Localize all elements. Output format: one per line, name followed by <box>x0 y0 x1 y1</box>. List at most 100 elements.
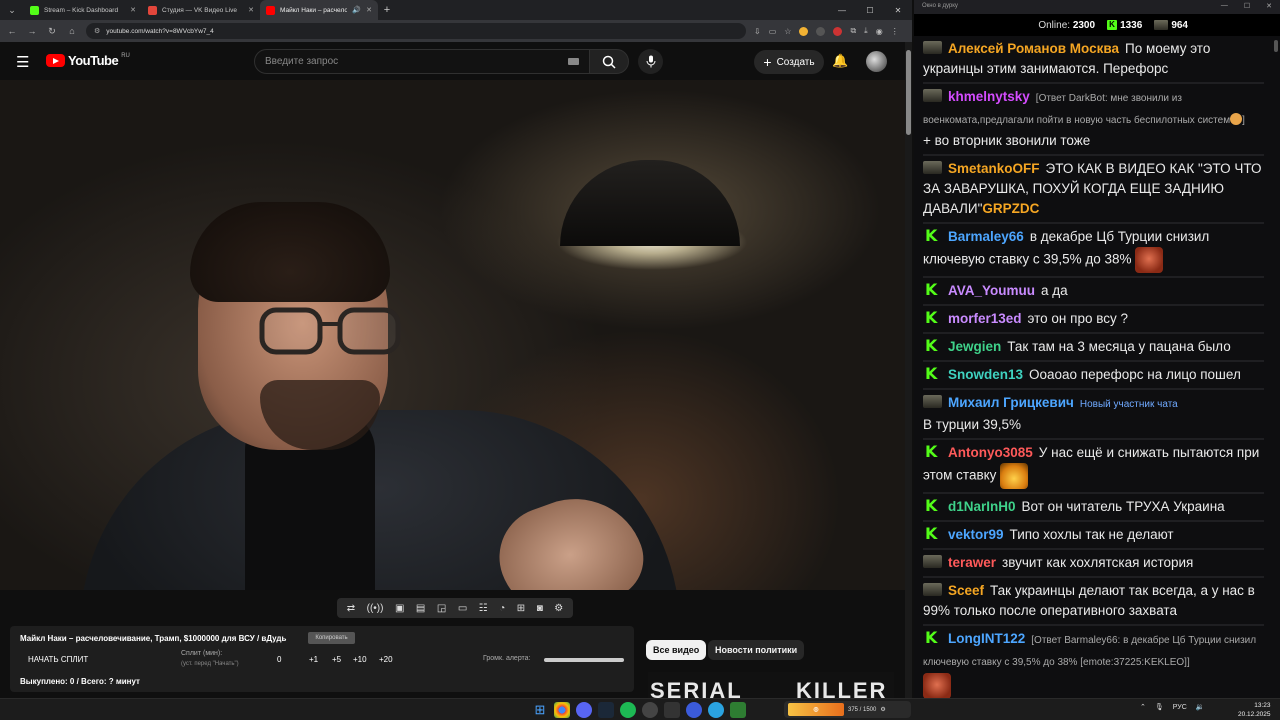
create-button[interactable]: + Создать <box>754 50 824 74</box>
obs-icon[interactable] <box>642 702 658 718</box>
chat-username[interactable]: Jewgien <box>948 339 1001 354</box>
chat-username[interactable]: Barmaley66 <box>948 229 1024 244</box>
close-tab-icon[interactable]: ✕ <box>366 6 372 14</box>
speaker-icon[interactable]: 🔊 <box>352 6 361 14</box>
avatar[interactable] <box>866 51 887 72</box>
chat-username[interactable]: Sceef <box>948 583 984 598</box>
chip-all-videos[interactable]: Все видео <box>646 640 707 660</box>
chat-username[interactable]: AVA_Youmuu <box>948 283 1035 298</box>
tab-kick-dashboard[interactable]: Stream – Kick Dashboard ✕ <box>24 0 142 20</box>
hamburger-menu-icon[interactable]: ☰ <box>16 53 29 71</box>
chat-scrollbar[interactable] <box>1272 36 1280 696</box>
close-tab-icon[interactable]: ✕ <box>130 6 136 14</box>
pip-icon[interactable]: ◲ <box>437 603 446 614</box>
maximize-icon[interactable]: ☐ <box>856 6 884 15</box>
tab-youtube-video[interactable]: Майкл Наки – расчелове... 🔊 ✕ <box>260 0 378 20</box>
loop-icon[interactable]: ⇄ <box>347 603 355 614</box>
puzzle-icon[interactable]: ⧉ <box>850 26 856 36</box>
windows-start-icon[interactable]: ⊞ <box>532 702 548 718</box>
alert-volume-slider[interactable] <box>544 658 624 662</box>
chat-username[interactable]: SmetankoOFF <box>948 161 1040 176</box>
microphone-tray-icon[interactable]: 🎙 <box>1155 703 1164 711</box>
start-split-button[interactable]: НАЧАТЬ СПЛИТ <box>28 655 88 664</box>
screenshot-icon[interactable]: ◙ <box>537 603 543 614</box>
menu-dots-icon[interactable]: ⋮ <box>891 27 899 36</box>
site-info-icon[interactable]: ⚙ <box>94 27 100 35</box>
minimize-icon[interactable]: — <box>828 6 856 15</box>
page-scrollbar[interactable] <box>905 42 912 698</box>
voice-search-button[interactable] <box>638 49 663 74</box>
chat-username[interactable]: khmelnytsky <box>948 89 1030 104</box>
playlist-icon[interactable]: ☷ <box>479 603 488 614</box>
chat-username[interactable]: Snowden13 <box>948 367 1023 382</box>
chat-username[interactable]: Antonyo3085 <box>948 445 1033 460</box>
new-tab-icon[interactable]: + <box>378 4 396 16</box>
chrome-icon[interactable] <box>554 702 570 718</box>
reload-icon[interactable]: ↻ <box>46 26 58 37</box>
chat-window: Окно в дурку — ☐ ✕ Online: 2300 K 1336 96… <box>914 0 1280 698</box>
add-icon[interactable]: ⊞ <box>517 603 525 614</box>
discord-icon[interactable] <box>576 702 592 718</box>
chat-username[interactable]: d1NarInH0 <box>948 499 1016 514</box>
chat-username[interactable]: Алексей Романов Москва <box>948 41 1119 56</box>
search-input[interactable]: Введите запрос <box>254 49 590 74</box>
tray-up-arrow-icon[interactable]: ⌃ <box>1140 703 1146 711</box>
split-plus-20-button[interactable]: +20 <box>379 655 393 664</box>
forward-icon[interactable]: → <box>26 26 38 36</box>
youtube-logo[interactable]: YouTube RU <box>46 53 130 68</box>
app-icon[interactable] <box>730 702 746 718</box>
telegram-icon[interactable] <box>708 702 724 718</box>
view-icon[interactable]: ▣ <box>395 603 404 614</box>
chat-username[interactable]: morfer13ed <box>948 311 1022 326</box>
theater-icon[interactable]: ▭ <box>458 603 467 614</box>
cast-icon[interactable]: ▭ <box>769 27 777 36</box>
clock[interactable]: 13:23 20.12.2025 <box>1238 701 1271 719</box>
broadcast-icon[interactable]: ((•)) <box>367 603 384 614</box>
copy-button[interactable]: Копировать <box>308 632 355 644</box>
extension-icon[interactable] <box>799 26 809 36</box>
close-window-icon[interactable]: ✕ <box>1266 2 1272 10</box>
maximize-icon[interactable]: ☐ <box>1244 2 1250 10</box>
video-frame-glasses <box>259 307 401 355</box>
close-tab-icon[interactable]: ✕ <box>248 6 254 14</box>
media-player-icon[interactable] <box>686 702 702 718</box>
bookmark-star-icon[interactable]: ☆ <box>784 27 791 36</box>
split-plus-1-button[interactable]: +1 <box>309 655 318 664</box>
tab-vk-studio[interactable]: Студия — VK Видео Live ✕ <box>142 0 260 20</box>
clapper-icon[interactable]: ▤ <box>416 603 425 614</box>
install-icon[interactable]: ⇩ <box>754 27 761 36</box>
search-button[interactable] <box>589 49 629 74</box>
widget-settings-icon[interactable]: ⚙ <box>880 706 885 713</box>
keyboard-icon[interactable] <box>568 58 579 65</box>
extension-icon[interactable] <box>816 26 826 36</box>
related-video-thumbnail[interactable]: SERIAL KILLER <box>648 672 894 698</box>
extension-icon[interactable] <box>833 26 843 36</box>
notifications-bell-icon[interactable]: 🔔 <box>832 53 848 69</box>
minimize-icon[interactable]: — <box>1221 2 1228 10</box>
profile-icon[interactable]: ◉ <box>876 27 883 36</box>
download-icon[interactable]: ⤓ <box>864 26 868 36</box>
chat-username[interactable]: terawer <box>948 555 996 570</box>
tab-search-icon[interactable]: ⌄ <box>0 0 24 20</box>
split-plus-5-button[interactable]: +5 <box>332 655 341 664</box>
chip-politics-news[interactable]: Новости политики <box>708 640 805 660</box>
chat-message-list[interactable]: Алексей Романов Москва По моему это украи… <box>914 36 1272 698</box>
volume-icon[interactable]: 🔉 <box>1196 703 1205 711</box>
chat-username[interactable]: Михаил Грицкевич <box>948 395 1074 410</box>
close-window-icon[interactable]: ✕ <box>884 6 912 15</box>
url-field[interactable]: ⚙ youtube.com/watch?v=8WVcbYw7_4 <box>86 23 746 39</box>
chat-username[interactable]: LongINT122 <box>948 631 1025 646</box>
home-icon[interactable]: ⌂ <box>66 26 78 36</box>
back-icon[interactable]: ← <box>6 26 18 36</box>
speed-icon[interactable]: ◔ <box>499 603 505 614</box>
media-widget[interactable]: ◎ 375 / 1500 ⚙ <box>784 701 911 718</box>
steam-icon[interactable] <box>598 702 614 718</box>
video-title: Майкл Наки – расчеловечивание, Трамп, $1… <box>20 634 287 643</box>
spotify-icon[interactable] <box>620 702 636 718</box>
split-plus-10-button[interactable]: +10 <box>353 655 367 664</box>
video-player[interactable] <box>0 80 905 590</box>
language-indicator[interactable]: РУС <box>1173 704 1187 711</box>
settings-gear-icon[interactable]: ⚙ <box>554 603 563 614</box>
chat-username[interactable]: vektor99 <box>948 527 1004 542</box>
app-icon[interactable] <box>664 702 680 718</box>
